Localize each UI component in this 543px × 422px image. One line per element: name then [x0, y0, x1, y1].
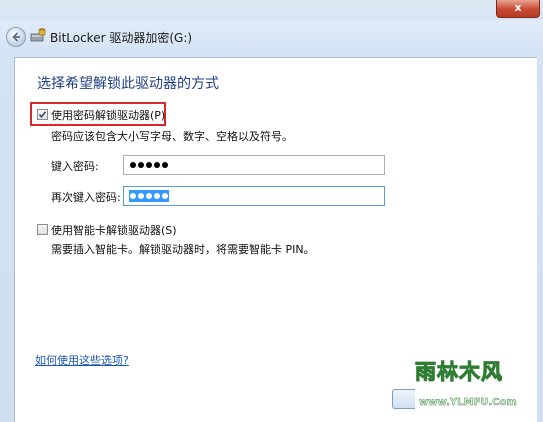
smartcard-hint: 需要插入智能卡。解锁驱动器时，将需要智能卡 PIN。: [51, 243, 315, 256]
back-arrow-icon: [12, 32, 20, 42]
watermark-logo: 雨林木风 www.YLMFU.Com: [405, 352, 543, 422]
help-link[interactable]: 如何使用这些选项?: [35, 352, 129, 368]
password-mask-selected: [129, 190, 169, 202]
checkmark-icon: [38, 111, 47, 118]
watermark-name: 雨林木风: [415, 360, 503, 385]
enter-password-input[interactable]: [123, 155, 385, 175]
reenter-password-input[interactable]: [123, 186, 385, 206]
window-title: BitLocker 驱动器加密(G:): [50, 31, 193, 45]
password-hint: 密码应该包含大小写字母、数字、空格以及符号。: [51, 130, 293, 143]
enter-password-label: 键入密码:: [51, 160, 99, 173]
smartcard-checkbox[interactable]: [37, 224, 48, 235]
back-button[interactable]: [6, 27, 26, 47]
password-checkbox[interactable]: [37, 109, 48, 120]
reenter-password-label: 再次键入密码:: [51, 191, 121, 204]
password-option-label[interactable]: 使用密码解锁驱动器(P): [51, 107, 165, 123]
page-heading: 选择希望解锁此驱动器的方式: [37, 76, 219, 92]
title-bar: [0, 0, 543, 20]
watermark-url: www.YLMFU.Com: [419, 397, 517, 408]
close-button[interactable]: x: [496, 0, 540, 18]
smartcard-option-label[interactable]: 使用智能卡解锁驱动器(S): [51, 222, 177, 238]
bitlocker-window: x BitLocker 驱动器加密(G:) 选择希望解锁此驱动器的方式 使用密码…: [0, 0, 543, 422]
password-mask: [129, 159, 169, 171]
bitlocker-drive-icon: [30, 28, 46, 42]
